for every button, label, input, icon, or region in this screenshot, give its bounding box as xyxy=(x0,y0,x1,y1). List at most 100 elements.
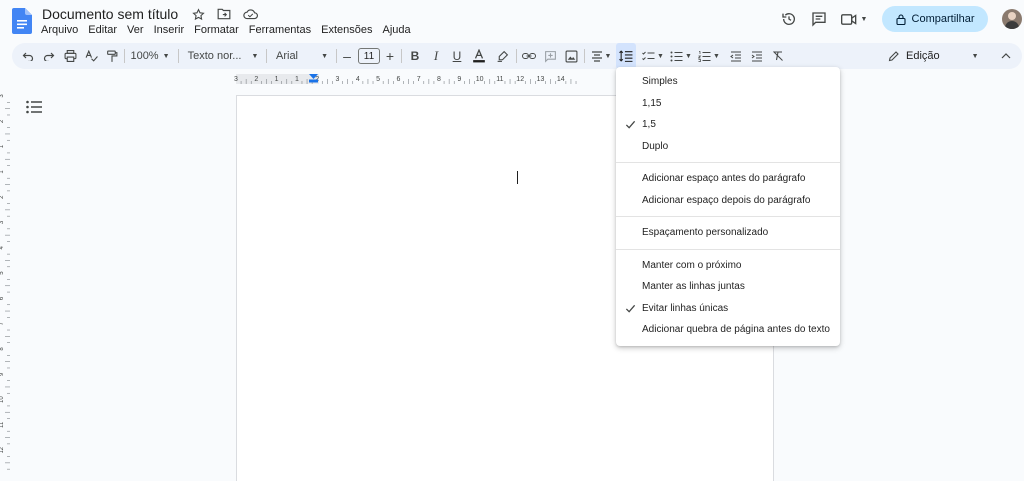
document-title[interactable]: Documento sem título xyxy=(40,5,180,23)
ruler-label: 12 xyxy=(0,446,5,453)
ruler-label: 4 xyxy=(356,76,360,83)
undo-icon[interactable] xyxy=(18,43,38,69)
document-outline-icon[interactable] xyxy=(26,100,42,114)
increase-indent-icon[interactable] xyxy=(747,43,767,69)
chevron-down-icon: ▼ xyxy=(685,52,692,60)
print-icon[interactable] xyxy=(60,43,80,69)
keep-with-next[interactable]: Manter com o próximo xyxy=(616,255,840,277)
style-value: Texto nor... xyxy=(187,50,242,62)
prevent-single-lines[interactable]: Evitar linhas únicas xyxy=(616,298,840,320)
toolbar-divider xyxy=(401,49,402,63)
ruler-label: 10 xyxy=(476,76,484,83)
clear-formatting-icon[interactable] xyxy=(768,43,788,69)
increase-font-size-button[interactable]: + xyxy=(382,43,398,69)
keep-lines-together[interactable]: Manter as linhas juntas xyxy=(616,276,840,298)
text-cursor xyxy=(517,171,518,184)
checklist-select[interactable]: ▼ xyxy=(640,43,666,69)
ruler-label: 8 xyxy=(437,76,441,83)
star-icon[interactable] xyxy=(190,6,206,22)
spacing-duplo[interactable]: Duplo xyxy=(616,136,840,158)
left-indent-marker[interactable] xyxy=(309,79,318,83)
insert-link-icon[interactable] xyxy=(519,43,539,69)
ruler-label: 14 xyxy=(557,76,565,83)
spacing-1-15[interactable]: 1,15 xyxy=(616,93,840,115)
share-button[interactable]: Compartilhar xyxy=(882,6,988,32)
add-page-break-before[interactable]: Adicionar quebra de página antes do text… xyxy=(616,319,840,341)
line-spacing-icon[interactable] xyxy=(616,43,636,69)
numbered-list-icon xyxy=(698,50,711,62)
check-icon xyxy=(625,120,636,129)
decrease-indent-icon[interactable] xyxy=(726,43,746,69)
decrease-font-size-button[interactable]: – xyxy=(339,43,355,69)
numbered-list-select[interactable]: ▼ xyxy=(696,43,722,69)
checklist-icon xyxy=(642,51,655,60)
menu-ferramentas[interactable]: Ferramentas xyxy=(244,22,316,38)
share-label: Compartilhar xyxy=(911,13,975,25)
ruler-label: 1 xyxy=(295,76,299,83)
chevron-down-icon: ▼ xyxy=(860,15,868,23)
docs-logo-icon[interactable] xyxy=(12,8,32,34)
paragraph-style-select[interactable]: Texto nor... ▼ xyxy=(184,43,262,69)
paint-format-icon[interactable] xyxy=(102,43,122,69)
zoom-select[interactable]: 100% ▼ xyxy=(126,43,174,69)
custom-spacing[interactable]: Espaçamento personalizado xyxy=(616,222,840,244)
menu-item-label: 1,15 xyxy=(642,97,662,109)
menu-extensoes[interactable]: Extensões xyxy=(316,22,377,38)
align-center-icon xyxy=(591,50,602,62)
ruler-label: 3 xyxy=(336,76,340,83)
font-select[interactable]: Arial ▼ xyxy=(272,43,332,69)
font-size-input[interactable]: 11 xyxy=(358,48,380,64)
menu-divider xyxy=(616,216,840,217)
redo-icon[interactable] xyxy=(39,43,59,69)
insert-image-icon[interactable] xyxy=(561,43,581,69)
ruler-label: 10 xyxy=(0,396,5,403)
add-space-before-paragraph[interactable]: Adicionar espaço antes do parágrafo xyxy=(616,168,840,190)
ruler-label: 9 xyxy=(457,76,461,83)
check-icon xyxy=(625,304,636,313)
bold-button[interactable]: B xyxy=(405,43,425,69)
ruler-label: 1 xyxy=(275,76,279,83)
editing-mode-select[interactable]: Edição ▼ xyxy=(888,43,980,69)
align-select[interactable]: ▼ xyxy=(588,43,614,69)
chevron-down-icon: ▼ xyxy=(162,52,170,60)
spacing-1-5[interactable]: 1,5 xyxy=(616,114,840,136)
vertical-ruler[interactable]: 321123456789101112 xyxy=(0,90,10,481)
highlight-icon[interactable] xyxy=(492,43,512,69)
ruler-label: 7 xyxy=(417,76,421,83)
menu-editar[interactable]: Editar xyxy=(83,22,122,38)
cloud-saved-icon[interactable] xyxy=(242,6,258,22)
menu-item-label: Espaçamento personalizado xyxy=(642,227,769,239)
version-history-icon[interactable] xyxy=(774,6,804,32)
bulleted-list-select[interactable]: ▼ xyxy=(668,43,694,69)
font-value: Arial xyxy=(276,50,299,62)
spacing-simples[interactable]: Simples xyxy=(616,71,840,93)
chevron-down-icon: ▼ xyxy=(713,52,720,60)
toolbar-divider xyxy=(584,49,585,63)
meet-video-icon[interactable]: ▼ xyxy=(834,6,874,32)
comments-icon[interactable] xyxy=(804,6,834,32)
menu-ajuda[interactable]: Ajuda xyxy=(377,22,415,38)
menu-divider xyxy=(616,162,840,163)
menu-item-label: Manter com o próximo xyxy=(642,259,742,271)
chevron-down-icon: ▼ xyxy=(971,52,979,60)
add-comment-icon[interactable] xyxy=(540,43,560,69)
ruler-label: 5 xyxy=(376,76,380,83)
ruler-label: 2 xyxy=(254,76,258,83)
add-space-after-paragraph[interactable]: Adicionar espaço depois do parágrafo xyxy=(616,190,840,212)
spellcheck-icon[interactable] xyxy=(81,43,101,69)
menu-item-label: Adicionar espaço depois do parágrafo xyxy=(642,194,811,206)
chevron-down-icon: ▼ xyxy=(604,52,612,60)
menu-item-label: 1,5 xyxy=(642,119,656,131)
underline-button[interactable]: U xyxy=(447,43,467,69)
move-folder-icon[interactable] xyxy=(216,6,232,22)
menu-ver[interactable]: Ver xyxy=(122,22,149,38)
menu-formatar[interactable]: Formatar xyxy=(189,22,244,38)
menu-item-label: Manter as linhas juntas xyxy=(642,281,745,293)
app-header: Documento sem título Arquivo Editar Ver … xyxy=(0,0,1024,40)
menu-inserir[interactable]: Inserir xyxy=(149,22,190,38)
collapse-menus-icon[interactable] xyxy=(996,43,1016,69)
text-color-icon[interactable] xyxy=(468,43,490,69)
account-avatar[interactable] xyxy=(1002,9,1022,29)
italic-button[interactable]: I xyxy=(426,43,446,69)
menu-arquivo[interactable]: Arquivo xyxy=(36,22,83,38)
